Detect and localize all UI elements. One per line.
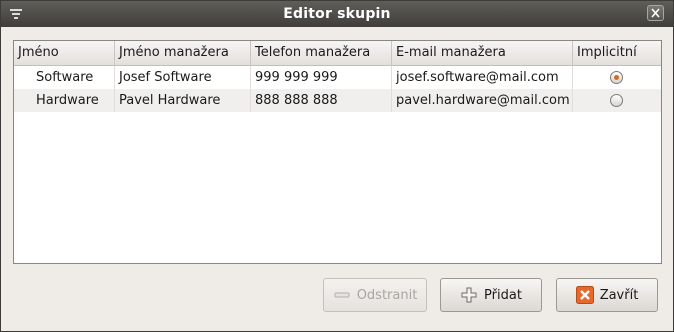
cell-name: Software (14, 66, 115, 89)
column-header-name[interactable]: Jméno (14, 41, 115, 65)
cell-manager: Josef Software (115, 66, 251, 89)
title-bar[interactable]: Editor skupin (1, 1, 673, 27)
close-icon (651, 8, 660, 18)
remove-button-label: Odstranit (356, 287, 418, 303)
remove-button[interactable]: Odstranit (323, 278, 427, 312)
cell-phone: 999 999 999 (251, 66, 392, 89)
column-header-manager[interactable]: Jméno manažera (115, 41, 251, 65)
cell-manager: Pavel Hardware (115, 89, 251, 112)
minus-icon (334, 292, 350, 298)
cell-email: josef.software@mail.com (392, 66, 573, 89)
default-radio[interactable] (610, 71, 623, 84)
groups-table[interactable]: Jméno Jméno manažera Telefon manažera E-… (13, 40, 662, 264)
group-editor-window: Editor skupin Jméno Jméno manažera Telef… (0, 0, 674, 332)
table-row[interactable]: Software Josef Software 999 999 999 jose… (14, 66, 661, 89)
close-x-icon (575, 286, 594, 304)
window-close-button[interactable] (647, 5, 664, 21)
plus-icon (461, 287, 477, 303)
window-title: Editor skupin (283, 6, 391, 22)
close-button-label: Zavřít (599, 287, 639, 303)
table-row[interactable]: Hardware Pavel Hardware 888 888 888 pave… (14, 89, 661, 112)
cell-phone: 888 888 888 (251, 89, 392, 112)
column-header-email[interactable]: E-mail manažera (392, 41, 573, 65)
add-button-label: Přidat (484, 287, 522, 303)
cell-name: Hardware (14, 89, 115, 112)
column-header-default[interactable]: Implicitní (573, 41, 662, 65)
close-button[interactable]: Zavřít (556, 278, 658, 312)
cell-email: pavel.hardware@mail.com (392, 89, 573, 112)
add-button[interactable]: Přidat (440, 278, 542, 312)
default-radio[interactable] (610, 94, 623, 107)
table-header: Jméno Jméno manažera Telefon manažera E-… (14, 41, 661, 66)
column-header-phone[interactable]: Telefon manažera (251, 41, 392, 65)
